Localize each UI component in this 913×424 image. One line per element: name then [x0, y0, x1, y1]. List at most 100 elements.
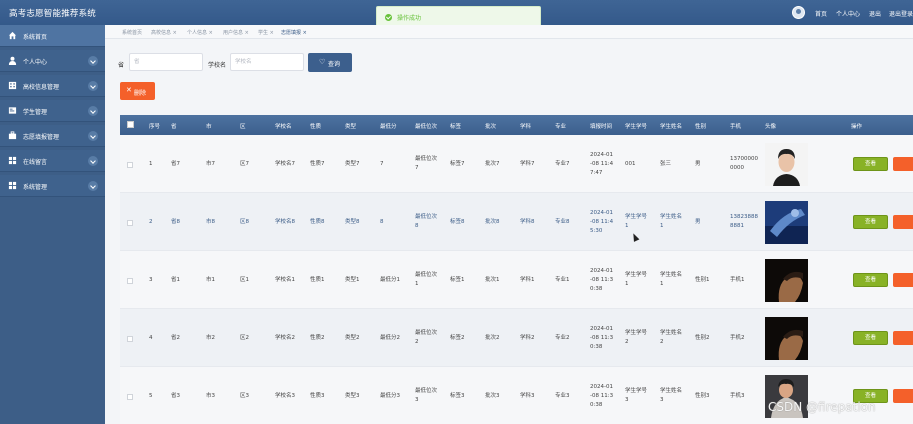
school-name-input[interactable] — [230, 53, 304, 71]
major-cell: 专业3 — [555, 393, 570, 399]
chevron-down-icon — [88, 106, 98, 116]
nav-logout-link[interactable]: 退出登录 — [889, 9, 913, 18]
major-cell: 专业1 — [555, 277, 570, 283]
student-no-cell: 学生学号 — [625, 272, 648, 278]
sidebar-item-students[interactable]: 学生管理 — [0, 100, 105, 122]
view-button[interactable]: 查看 — [853, 273, 888, 287]
edit-button[interactable] — [893, 273, 913, 287]
row-checkbox[interactable] — [127, 162, 133, 168]
column-header: 头像 — [765, 124, 777, 130]
sidebar-item-system[interactable]: 系统管理 — [0, 175, 105, 197]
school-cell: 学校名8 — [275, 219, 295, 225]
row-number: 2 — [149, 219, 153, 225]
time-cell: 2024-01 — [590, 384, 613, 390]
min-rank-cell: 最低位次 — [415, 214, 438, 220]
message-icon — [8, 156, 17, 165]
table-row[interactable]: 3 省1 市1 区1 学校名1 性质1 类型1 最低分1 最低位次 1 标签1 … — [120, 251, 913, 309]
row-checkbox[interactable] — [127, 394, 133, 400]
min-rank-cell: 最低位次 — [415, 156, 438, 162]
edit-button[interactable] — [893, 389, 913, 403]
tag-cell: 标签1 — [450, 277, 465, 283]
toast-message: 操作成功 — [397, 15, 422, 22]
view-button[interactable]: 查看 — [853, 331, 888, 345]
close-icon: ✕ — [126, 86, 132, 94]
tab-profile[interactable]: 个人信息 × — [187, 29, 213, 36]
batch-cell: 批次7 — [485, 161, 500, 167]
nav-profile-link[interactable]: 个人中心 — [836, 9, 860, 18]
heart-icon: ♡ — [319, 58, 326, 66]
time-cell: 0:38 — [590, 286, 603, 292]
avatar — [765, 201, 808, 244]
type-cell: 类型7 — [345, 161, 360, 167]
city-cell: 市2 — [206, 335, 215, 341]
school-name-label: 学校名 — [208, 62, 227, 69]
min-rank-cell: 最低位次 — [415, 272, 438, 278]
user-avatar-icon[interactable] — [792, 6, 805, 19]
tag-cell: 标签2 — [450, 335, 465, 341]
student-no-cell: 学生学号 — [625, 214, 648, 220]
gender-cell: 男 — [695, 219, 701, 225]
phone-cell: 手机2 — [730, 335, 745, 341]
table-row[interactable]: 2 省8 市8 区8 学校名8 性质8 类型8 8 最低位次 8 标签8 批次8… — [120, 193, 913, 251]
nature-cell: 性质2 — [310, 335, 325, 341]
sidebar-item-profile[interactable]: 个人中心 — [0, 50, 105, 72]
sidebar-item-home[interactable]: 系统首页 — [0, 25, 105, 47]
row-checkbox[interactable] — [127, 278, 133, 284]
view-button[interactable]: 查看 — [853, 157, 888, 171]
city-cell: 市8 — [206, 219, 215, 225]
type-cell: 类型1 — [345, 277, 360, 283]
city-cell: 市7 — [206, 161, 215, 167]
tab-students[interactable]: 学生 × — [258, 29, 274, 36]
view-button[interactable]: 查看 — [853, 215, 888, 229]
student-name-cell: 1 — [660, 281, 664, 287]
province-input[interactable] — [129, 53, 203, 71]
sidebar-item-label: 学生管理 — [23, 109, 48, 116]
gender-cell: 男 — [695, 161, 701, 167]
table-row[interactable]: 1 省7 市7 区7 学校名7 性质7 类型7 7 最低位次 7 标签7 批次7… — [120, 135, 913, 193]
tab-schools[interactable]: 高校信息 × — [151, 29, 177, 36]
edit-button[interactable] — [893, 331, 913, 345]
edit-button[interactable] — [893, 157, 913, 171]
nav-logout-short-link[interactable]: 退出 — [869, 9, 881, 18]
app-title: 高考志愿智能推荐系统 — [9, 9, 97, 19]
select-all-checkbox[interactable] — [127, 121, 134, 128]
sidebar-item-messages[interactable]: 在线留言 — [0, 150, 105, 172]
column-header: 学生学号 — [625, 124, 648, 130]
nav-home-link[interactable]: 首页 — [815, 9, 827, 18]
student-name-cell: 学生姓名 — [660, 214, 683, 220]
student-icon — [8, 107, 17, 114]
min-score-cell: 最低分3 — [380, 393, 400, 399]
table-row[interactable]: 4 省2 市2 区2 学校名2 性质2 类型2 最低分2 最低位次 2 标签2 … — [120, 309, 913, 367]
sidebar-item-label: 在线留言 — [23, 159, 48, 166]
tab-home[interactable]: 系统首页 — [122, 29, 142, 36]
province-cell: 省3 — [171, 393, 180, 399]
subject-cell: 学科8 — [520, 219, 535, 225]
row-checkbox[interactable] — [127, 220, 133, 226]
edit-button[interactable] — [893, 215, 913, 229]
table-row[interactable]: 5 省3 市3 区3 学校名3 性质3 类型3 最低分3 最低位次 3 标签3 … — [120, 367, 913, 424]
school-cell: 学校名3 — [275, 393, 295, 399]
phone-cell: 0000 — [730, 165, 744, 171]
major-cell: 专业2 — [555, 335, 570, 341]
column-header: 类型 — [345, 124, 357, 130]
column-header: 填报时间 — [590, 124, 613, 130]
school-cell: 学校名7 — [275, 161, 295, 167]
query-button[interactable]: ♡ 查询 — [308, 53, 352, 72]
nature-cell: 性质7 — [310, 161, 325, 167]
min-score-cell: 最低分2 — [380, 335, 400, 341]
phone-cell: 13700000 — [730, 156, 758, 162]
column-header: 性质 — [310, 124, 322, 130]
sidebar-item-applications[interactable]: 志愿填报管理 — [0, 125, 105, 147]
subject-cell: 学科3 — [520, 393, 535, 399]
min-rank-cell: 7 — [415, 165, 419, 171]
briefcase-icon — [8, 131, 17, 140]
tab-applications[interactable]: 志愿填报 × — [281, 29, 307, 36]
phone-cell: 13823888 — [730, 214, 758, 220]
column-header: 手机 — [730, 124, 742, 130]
city-cell: 市3 — [206, 393, 215, 399]
tab-users[interactable]: 用户信息 × — [223, 29, 249, 36]
row-checkbox[interactable] — [127, 336, 133, 342]
sidebar-item-schools[interactable]: 高校信息管理 — [0, 75, 105, 97]
avatar — [765, 143, 808, 186]
delete-button[interactable]: ✕ 删除 — [120, 82, 155, 100]
